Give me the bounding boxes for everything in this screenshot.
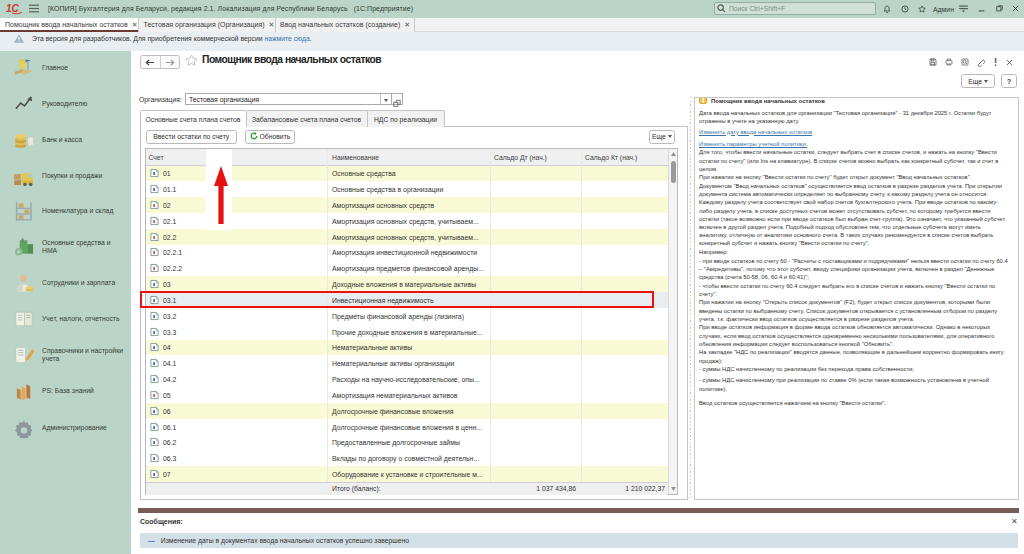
svg-text:1С: 1С	[6, 3, 20, 14]
